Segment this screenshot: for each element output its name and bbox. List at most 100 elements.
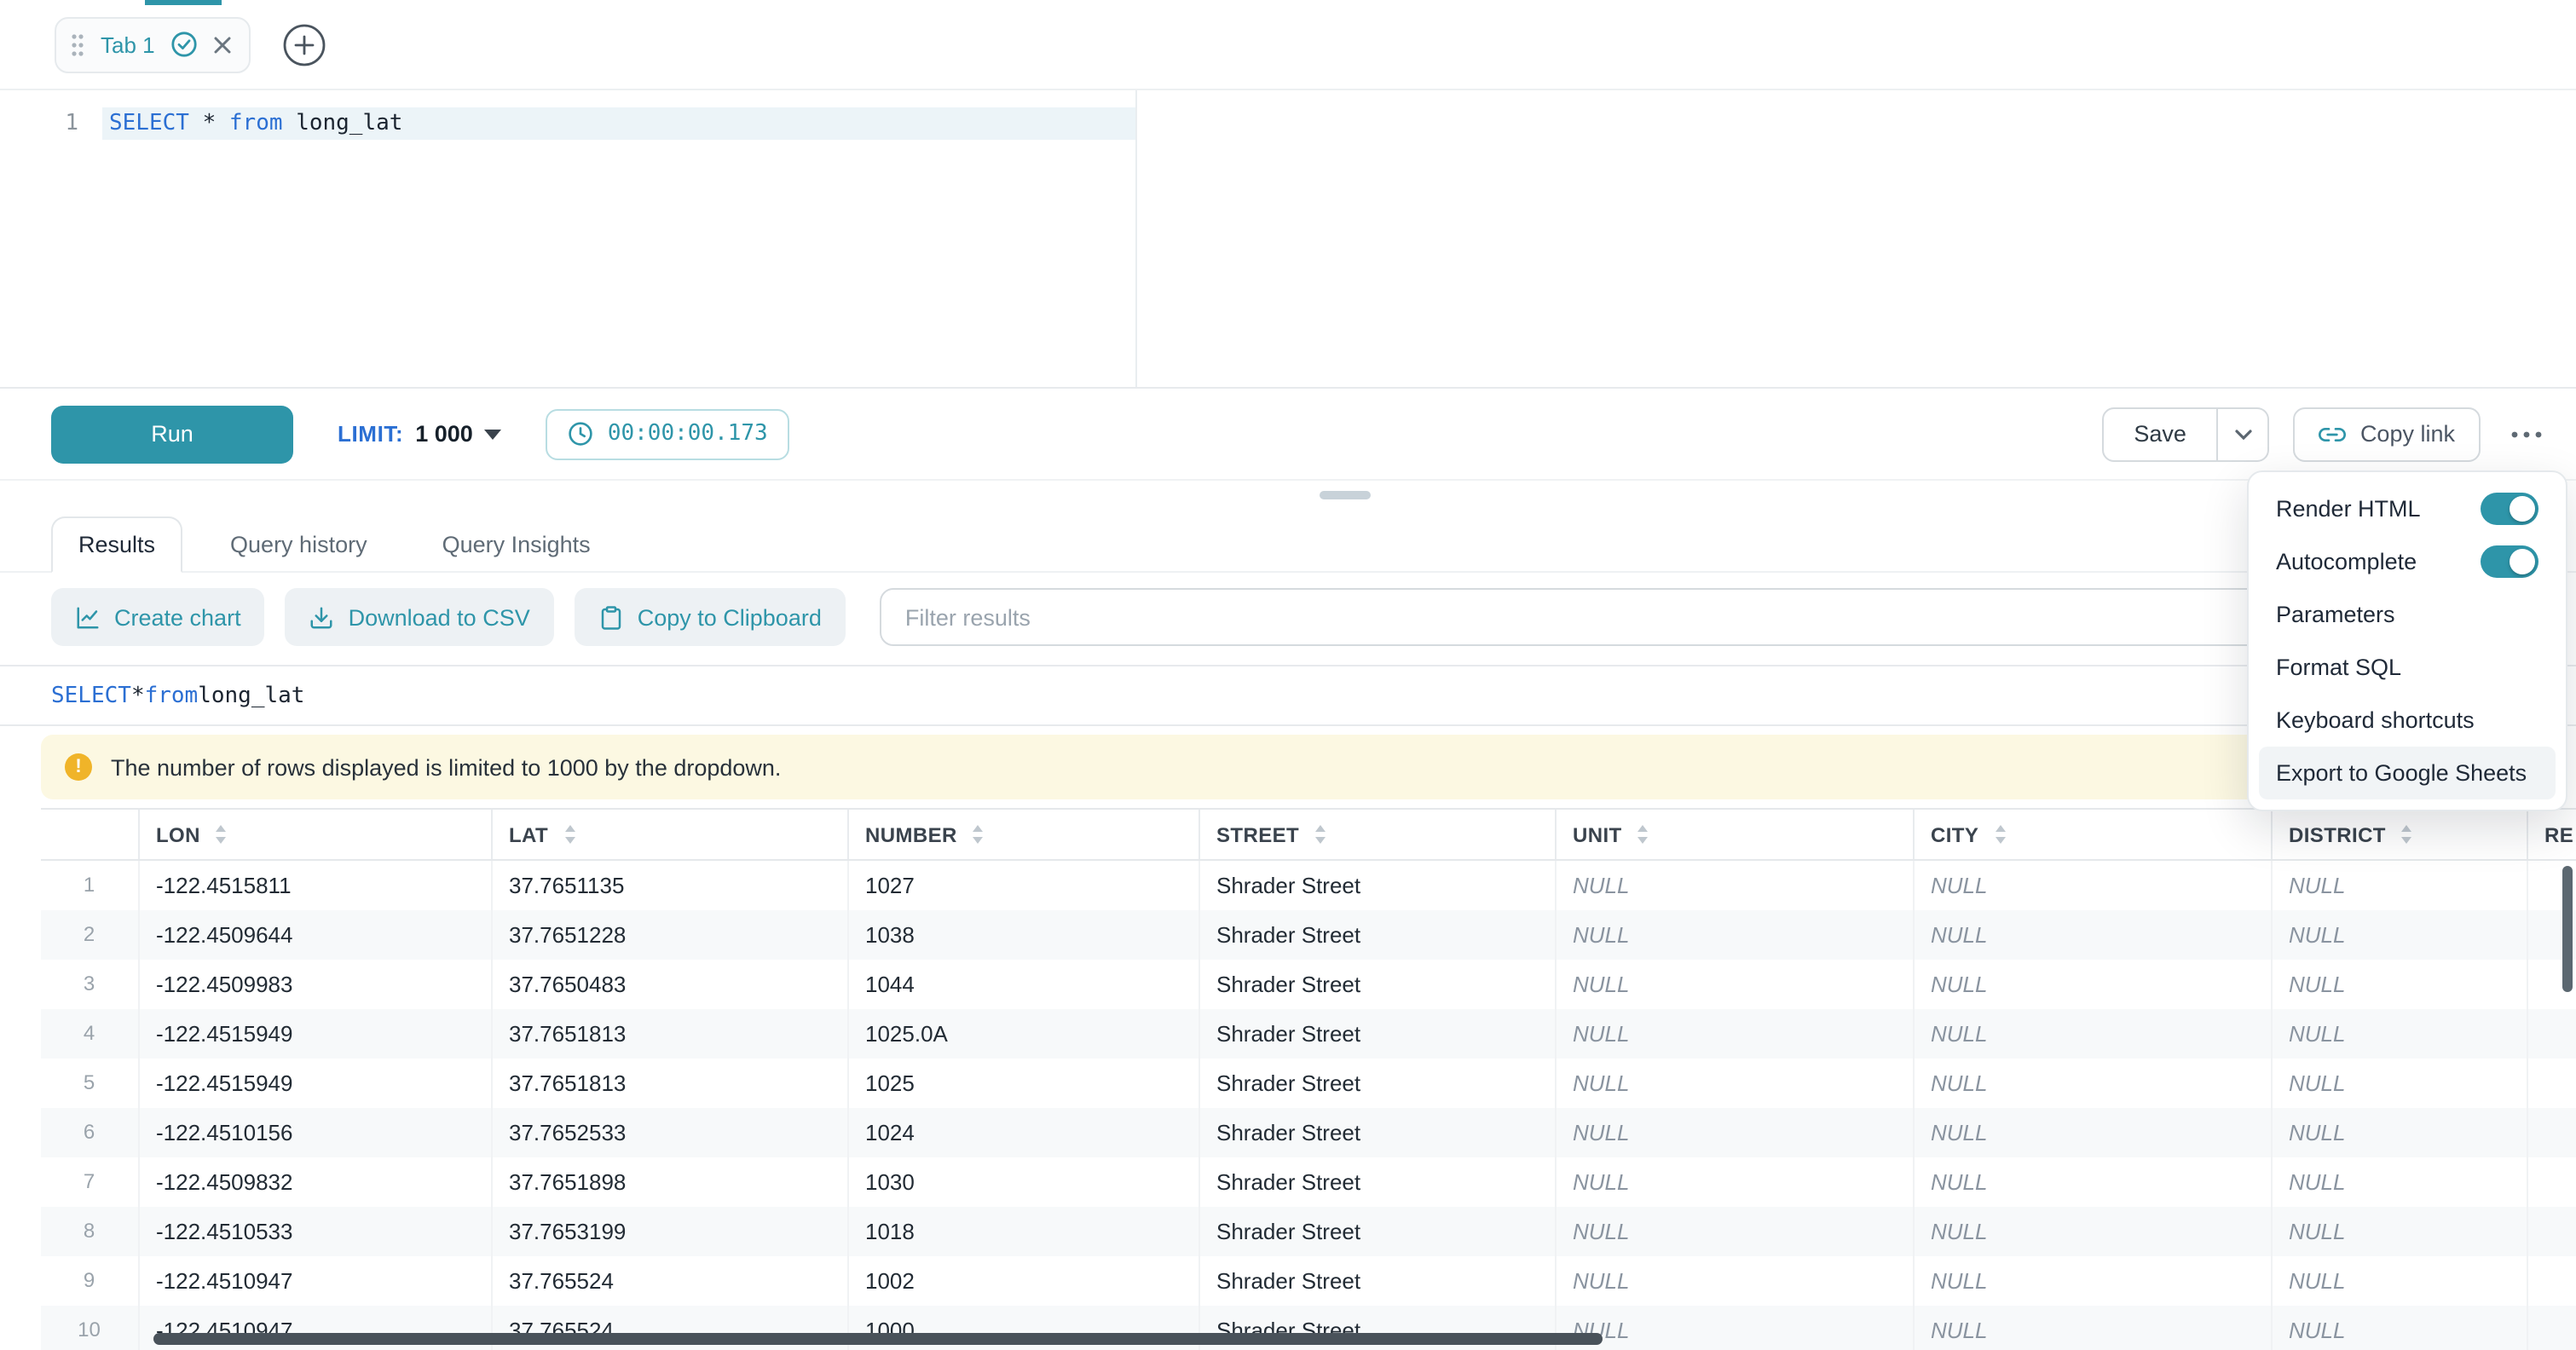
sort-icon[interactable] [1636, 823, 1651, 845]
table-cell[interactable]: -122.4515949 [138, 1008, 491, 1058]
tab-results[interactable]: Results [51, 516, 182, 573]
table-cell[interactable]: Shrader Street [1198, 860, 1555, 909]
table-row[interactable]: 8-122.451053337.76531991018Shrader Stree… [41, 1206, 2576, 1255]
table-cell[interactable]: 1038 [847, 909, 1198, 959]
table-cell[interactable] [2527, 1008, 2576, 1058]
tab-query-insights[interactable]: Query Insights [415, 516, 618, 573]
column-header-district[interactable]: DISTRICT [2271, 809, 2527, 860]
table-cell[interactable]: NULL [1913, 1305, 2271, 1350]
table-cell[interactable]: NULL [1555, 1008, 1913, 1058]
sort-icon[interactable] [971, 823, 986, 845]
copy-link-button[interactable]: Copy link [2294, 407, 2481, 461]
table-cell[interactable] [2527, 1255, 2576, 1305]
table-cell[interactable]: -122.4515949 [138, 1058, 491, 1107]
sql-editor[interactable]: 1 SELECT * from long_lat [0, 90, 2576, 389]
table-cell[interactable] [2527, 1107, 2576, 1157]
sort-icon[interactable] [562, 823, 577, 845]
table-cell[interactable]: 37.7653199 [491, 1206, 847, 1255]
vertical-scrollbar[interactable] [2562, 866, 2573, 992]
table-cell[interactable]: NULL [2271, 860, 2527, 909]
horizontal-scrollbar[interactable] [153, 1333, 1603, 1345]
row-number[interactable]: 2 [41, 909, 138, 959]
table-row[interactable]: 7-122.450983237.76518981030Shrader Stree… [41, 1157, 2576, 1206]
table-cell[interactable] [2527, 1305, 2576, 1350]
column-header-street[interactable]: STREET [1198, 809, 1555, 860]
table-cell[interactable]: NULL [2271, 1107, 2527, 1157]
column-header-lat[interactable]: LAT [491, 809, 847, 860]
table-cell[interactable]: NULL [1555, 1206, 1913, 1255]
table-cell[interactable]: -122.4510156 [138, 1107, 491, 1157]
menu-item-parameters[interactable]: Parameters [2259, 588, 2556, 641]
table-cell[interactable]: NULL [1555, 909, 1913, 959]
row-number[interactable]: 9 [41, 1255, 138, 1305]
table-cell[interactable]: NULL [2271, 1058, 2527, 1107]
table-cell[interactable] [2527, 1206, 2576, 1255]
table-cell[interactable]: NULL [2271, 1255, 2527, 1305]
table-cell[interactable]: Shrader Street [1198, 1107, 1555, 1157]
table-cell[interactable]: 37.7651228 [491, 909, 847, 959]
table-row[interactable]: 2-122.450964437.76512281038Shrader Stree… [41, 909, 2576, 959]
column-header-lon[interactable]: LON [138, 809, 491, 860]
table-cell[interactable]: Shrader Street [1198, 1206, 1555, 1255]
resize-handle[interactable] [1320, 491, 1371, 499]
limit-dropdown[interactable]: LIMIT: 1 000 [338, 421, 502, 447]
table-cell[interactable]: 37.7651898 [491, 1157, 847, 1206]
column-header-city[interactable]: CITY [1913, 809, 2271, 860]
table-cell[interactable]: 37.7650483 [491, 959, 847, 1008]
table-cell[interactable]: Shrader Street [1198, 1255, 1555, 1305]
table-row[interactable]: 1-122.451581137.76511351027Shrader Stree… [41, 860, 2576, 909]
table-row[interactable]: 9-122.451094737.7655241002Shrader Street… [41, 1255, 2576, 1305]
sort-icon[interactable] [214, 823, 229, 845]
table-cell[interactable]: Shrader Street [1198, 1058, 1555, 1107]
table-cell[interactable]: 1002 [847, 1255, 1198, 1305]
table-cell[interactable]: NULL [1913, 1107, 2271, 1157]
close-tab-icon[interactable] [213, 35, 232, 54]
table-cell[interactable]: NULL [1913, 1058, 2271, 1107]
table-cell[interactable]: NULL [2271, 959, 2527, 1008]
table-row[interactable]: 6-122.451015637.76525331024Shrader Stree… [41, 1107, 2576, 1157]
table-cell[interactable]: 1030 [847, 1157, 1198, 1206]
table-cell[interactable]: NULL [1555, 1157, 1913, 1206]
table-cell[interactable]: -122.4509644 [138, 909, 491, 959]
sort-icon[interactable] [1313, 823, 1328, 845]
table-cell[interactable]: 37.7652533 [491, 1107, 847, 1157]
table-cell[interactable]: 1018 [847, 1206, 1198, 1255]
table-cell[interactable]: 1024 [847, 1107, 1198, 1157]
menu-item-format-sql[interactable]: Format SQL [2259, 641, 2556, 694]
table-cell[interactable]: Shrader Street [1198, 1008, 1555, 1058]
menu-item-autocomplete[interactable]: Autocomplete [2259, 535, 2556, 588]
column-header-unit[interactable]: UNIT [1555, 809, 1913, 860]
column-header-re[interactable]: RE [2527, 809, 2576, 860]
row-number[interactable]: 10 [41, 1305, 138, 1350]
table-cell[interactable]: NULL [2271, 1206, 2527, 1255]
table-cell[interactable]: 1027 [847, 860, 1198, 909]
column-header-number[interactable]: NUMBER [847, 809, 1198, 860]
table-cell[interactable]: NULL [1555, 1107, 1913, 1157]
table-cell[interactable]: NULL [2271, 1008, 2527, 1058]
table-cell[interactable]: NULL [1555, 1305, 1913, 1350]
table-cell[interactable] [2527, 1058, 2576, 1107]
tab-query-history[interactable]: Query history [203, 516, 395, 573]
table-cell[interactable]: NULL [1913, 909, 2271, 959]
row-number[interactable]: 1 [41, 860, 138, 909]
table-cell[interactable]: Shrader Street [1198, 959, 1555, 1008]
table-cell[interactable]: NULL [1555, 1058, 1913, 1107]
table-row[interactable]: 4-122.451594937.76518131025.0AShrader St… [41, 1008, 2576, 1058]
table-cell[interactable]: 1044 [847, 959, 1198, 1008]
row-number[interactable]: 6 [41, 1107, 138, 1157]
more-options-button[interactable] [2504, 420, 2549, 447]
table-cell[interactable]: NULL [1555, 1255, 1913, 1305]
menu-item-export-google-sheets[interactable]: Export to Google Sheets [2259, 747, 2556, 799]
tab-1[interactable]: Tab 1 [55, 16, 251, 72]
row-number[interactable]: 8 [41, 1206, 138, 1255]
table-cell[interactable]: 1025.0A [847, 1008, 1198, 1058]
table-cell[interactable]: -122.4509983 [138, 959, 491, 1008]
table-cell[interactable]: 37.7651813 [491, 1058, 847, 1107]
download-csv-button[interactable]: Download to CSV [286, 588, 554, 646]
table-cell[interactable]: -122.4509832 [138, 1157, 491, 1206]
render-html-toggle[interactable] [2481, 493, 2538, 525]
table-cell[interactable]: NULL [2271, 1157, 2527, 1206]
add-tab-button[interactable] [281, 21, 327, 67]
row-number[interactable]: 5 [41, 1058, 138, 1107]
menu-item-render-html[interactable]: Render HTML [2259, 482, 2556, 535]
